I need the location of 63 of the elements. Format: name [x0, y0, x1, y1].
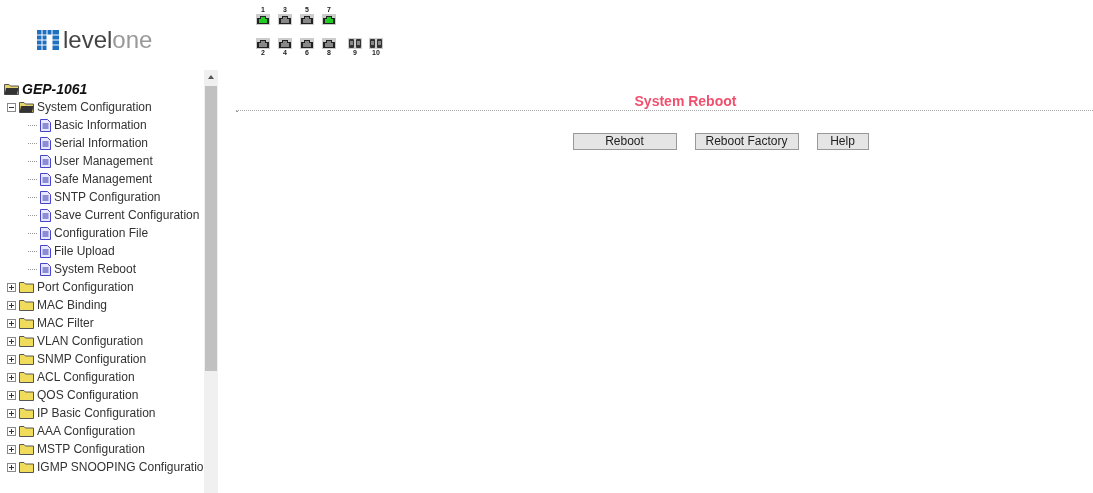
tree-item[interactable]: QOS Configuration	[37, 386, 139, 404]
expand-icon[interactable]	[7, 426, 16, 436]
folder-icon	[19, 335, 34, 347]
expand-icon[interactable]	[7, 282, 16, 292]
tree-item[interactable]: ACL Configuration	[37, 368, 135, 386]
folder-icon	[19, 461, 34, 473]
expand-icon[interactable]	[7, 336, 16, 346]
logo-text: levelone	[63, 28, 153, 52]
document-icon	[40, 208, 51, 222]
tree-item[interactable]: Port Configuration	[37, 278, 134, 296]
tree-item[interactable]: File Upload	[54, 242, 115, 260]
folder-icon	[19, 353, 34, 365]
tree-item[interactable]: Save Current Configuration	[54, 206, 200, 224]
document-icon	[40, 244, 51, 258]
document-icon	[40, 154, 51, 168]
tree-item[interactable]: Serial Information	[54, 134, 149, 152]
tree-item[interactable]: Safe Management	[54, 170, 153, 188]
tree-item[interactable]: IGMP SNOOPING Configuratio	[37, 458, 204, 476]
logo-icon	[37, 30, 59, 50]
tree-root[interactable]: GEP-1061	[22, 78, 88, 100]
document-icon	[40, 172, 51, 186]
tree-item[interactable]: MAC Filter	[37, 314, 94, 332]
folder-icon	[19, 101, 34, 113]
expand-icon[interactable]	[7, 354, 16, 364]
tree-item[interactable]: AAA Configuration	[37, 422, 136, 440]
document-icon	[40, 226, 51, 240]
tree-item[interactable]: MSTP Configuration	[37, 440, 145, 458]
tree-item[interactable]: Basic Information	[54, 116, 147, 134]
folder-icon	[19, 407, 34, 419]
expand-icon[interactable]	[7, 444, 16, 454]
folder-icon	[19, 371, 34, 383]
document-icon	[40, 262, 51, 276]
document-icon	[40, 118, 51, 132]
folder-icon	[19, 299, 34, 311]
expand-icon[interactable]	[7, 408, 16, 418]
folder-icon	[19, 443, 34, 455]
expand-icon[interactable]	[7, 390, 16, 400]
expand-icon[interactable]	[7, 372, 16, 382]
tree-item[interactable]: User Management	[54, 152, 153, 170]
tree-item[interactable]: System Configuration	[37, 98, 152, 116]
tree-item[interactable]: System Reboot	[54, 260, 137, 278]
action-button[interactable]: Help	[816, 133, 869, 150]
expand-icon[interactable]	[7, 318, 16, 328]
folder-icon	[19, 389, 34, 401]
action-button[interactable]: Reboot	[572, 133, 677, 150]
folder-icon	[19, 425, 34, 437]
tree-item[interactable]: MAC Binding	[37, 296, 108, 314]
tree-item[interactable]: SNTP Configuration	[54, 188, 161, 206]
folder-icon	[19, 281, 34, 293]
tree-item[interactable]: VLAN Configuration	[37, 332, 144, 350]
scrollbar[interactable]	[204, 70, 218, 493]
tree-item[interactable]: IP Basic Configuration	[37, 404, 156, 422]
document-icon	[40, 136, 51, 150]
tree-item[interactable]: SNMP Configuration	[37, 350, 147, 368]
action-button[interactable]: Reboot Factory	[694, 133, 799, 150]
collapse-icon[interactable]	[7, 102, 16, 112]
tree-item[interactable]: Configuration File	[54, 224, 149, 242]
page-title: System Reboot	[634, 93, 737, 109]
folder-icon	[4, 83, 19, 95]
expand-icon[interactable]	[7, 300, 16, 310]
document-icon	[40, 190, 51, 204]
expand-icon[interactable]	[7, 462, 16, 472]
folder-icon	[19, 317, 34, 329]
